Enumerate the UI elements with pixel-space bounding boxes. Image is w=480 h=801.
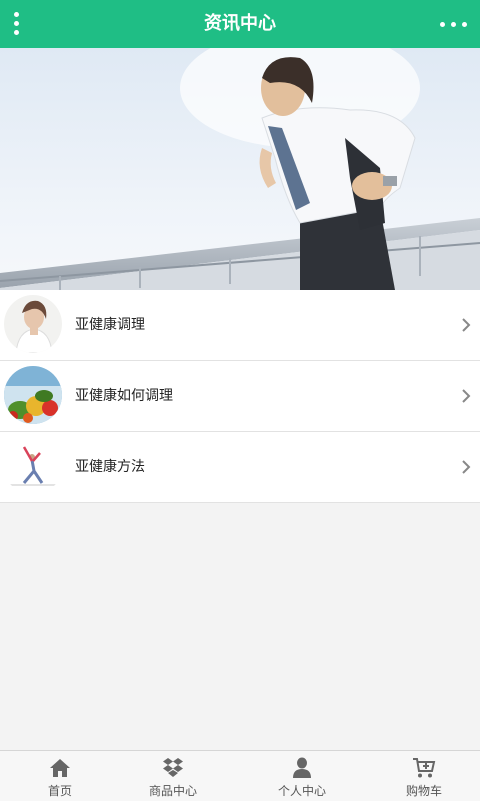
man-running-photo — [0, 48, 480, 290]
article-thumbnail — [4, 437, 62, 495]
tab-profile[interactable]: 个人中心 — [242, 751, 362, 801]
vegetables-photo — [4, 366, 62, 424]
home-icon — [50, 759, 70, 777]
top-bar: 资讯中心 — [0, 0, 480, 48]
tab-cart[interactable]: 购物车 — [364, 751, 480, 801]
article-thumbnail — [4, 295, 62, 353]
article-title: 亚健康方法 — [75, 459, 145, 475]
tab-label: 购物车 — [405, 784, 442, 798]
chevron-right-icon — [462, 389, 471, 403]
stretching-woman-photo — [4, 437, 62, 495]
banner-image[interactable] — [0, 48, 480, 290]
bottom-tab-bar: 首页 商品中心 个人中心 购物车 — [0, 750, 480, 801]
cart-add-icon — [413, 758, 436, 778]
tab-label: 个人中心 — [277, 784, 326, 798]
list-item[interactable]: 亚健康如何调理 — [0, 361, 480, 432]
tab-label: 首页 — [47, 784, 72, 798]
article-list: 亚健康调理 亚健康如何调理 亚健康方法 — [0, 290, 480, 503]
page-title: 资讯中心 — [204, 13, 276, 34]
dropbox-icon — [163, 758, 183, 777]
tab-label: 商品中心 — [148, 784, 197, 798]
article-title: 亚健康如何调理 — [75, 388, 173, 404]
list-item[interactable]: 亚健康方法 — [0, 432, 480, 503]
more-button[interactable] — [438, 14, 470, 34]
article-thumbnail — [4, 366, 62, 424]
chevron-right-icon — [462, 460, 471, 474]
woman-portrait-photo — [4, 295, 62, 353]
tab-products[interactable]: 商品中心 — [113, 751, 233, 801]
list-item[interactable]: 亚健康调理 — [0, 290, 480, 361]
article-title: 亚健康调理 — [75, 317, 145, 333]
tab-home[interactable]: 首页 — [0, 751, 120, 801]
chevron-right-icon — [462, 318, 471, 332]
user-icon — [293, 757, 311, 778]
